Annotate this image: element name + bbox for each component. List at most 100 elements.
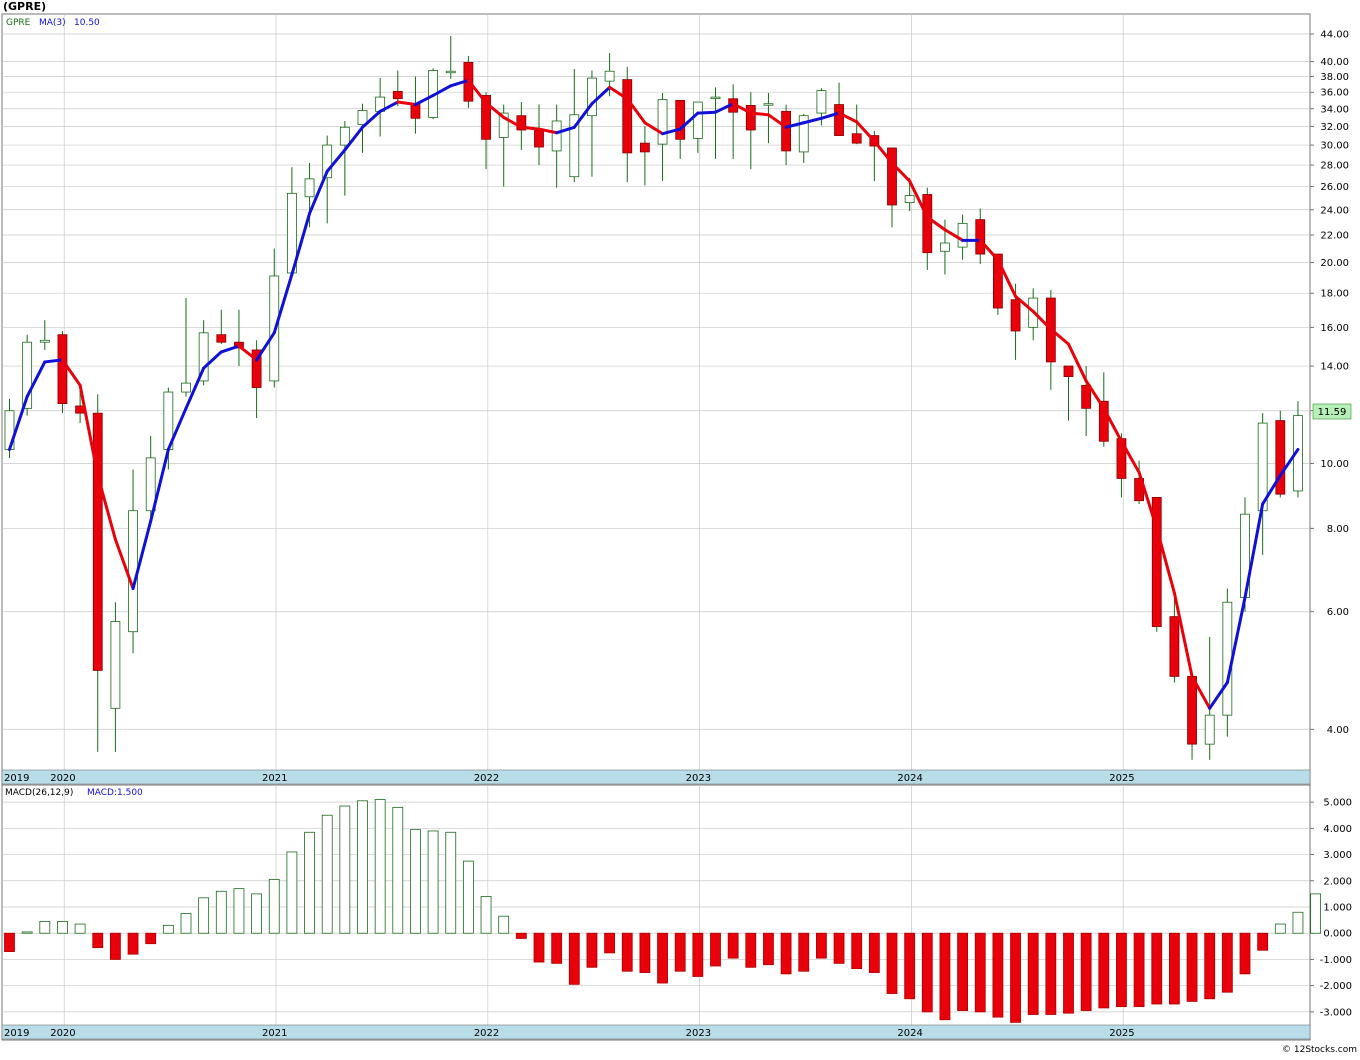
year-label: 2022 [474, 773, 499, 784]
ma-segment [43, 358, 64, 364]
macd-bar [1151, 932, 1163, 1005]
macd-bar [1257, 932, 1269, 951]
macd-bar [639, 932, 651, 973]
macd-bar [657, 932, 668, 984]
candle-body [816, 90, 827, 114]
macd-bar [21, 931, 33, 934]
price-tick-label: 10.00 [1320, 459, 1349, 470]
macd-bar [957, 932, 968, 1011]
price-tick-label: 22.00 [1320, 230, 1349, 241]
candle-body [1063, 365, 1074, 377]
macd-bar [286, 851, 298, 934]
macd-bar [480, 896, 492, 934]
price-tick-label: 36.00 [1320, 88, 1349, 99]
year-label: 2023 [686, 773, 711, 784]
price-tick-label: 20.00 [1320, 258, 1349, 269]
macd-bar [533, 932, 545, 963]
macd-bar [74, 923, 86, 934]
candle-body [551, 120, 562, 152]
macd-tick-label: 4.000 [1323, 824, 1352, 835]
price-tick-label: 6.00 [1327, 607, 1349, 618]
candle-body [675, 99, 686, 140]
candle-body [1204, 714, 1215, 745]
macd-tick-label: 0.000 [1323, 929, 1352, 940]
macd-bar [251, 893, 263, 934]
macd-bar [127, 932, 139, 955]
macd-bar [851, 932, 863, 970]
price-tick-label: 40.00 [1320, 57, 1349, 68]
ma-segment [749, 111, 770, 117]
candle-body [110, 621, 121, 709]
candle-body [957, 222, 968, 248]
macd-bar [1292, 911, 1304, 934]
macd-bar [992, 932, 1004, 1018]
macd-bar [939, 932, 951, 1021]
macd-bar [710, 932, 721, 967]
macd-bar [92, 932, 104, 949]
macd-bar [180, 913, 192, 934]
macd-bar [268, 879, 280, 934]
price-tick-label: 18.00 [1320, 289, 1349, 300]
macd-bar [1310, 893, 1321, 934]
legend-ma-value: 10.50 [74, 18, 100, 28]
chart-title: (GPRE) [3, 0, 46, 13]
candle-body [834, 104, 844, 136]
macd-bar [374, 799, 386, 934]
price-tick-label: 24.00 [1320, 205, 1349, 216]
macd-bar [798, 932, 810, 972]
chart-root: 44.00 40.00 38.00 36.00 34.00 32.00 30.00 28.00… [0, 0, 1360, 1056]
macd-bar [392, 806, 404, 934]
macd-bar [886, 932, 898, 994]
candle-body [604, 70, 615, 82]
macd-bar [145, 932, 157, 945]
candle-body [692, 101, 703, 139]
candle-body [304, 178, 315, 198]
macd-bar [745, 932, 757, 968]
candle-body [657, 99, 668, 145]
year-label: 2019 [4, 773, 29, 784]
macd-bar [498, 915, 510, 934]
macd-bar [780, 932, 792, 975]
candle-body [745, 104, 756, 131]
candle-body [640, 142, 650, 153]
macd-bar [1274, 923, 1286, 934]
price-tick-label: 16.00 [1320, 323, 1349, 334]
candle-body [534, 129, 544, 148]
candle-body [445, 70, 456, 74]
year-label: 2020 [50, 1028, 75, 1039]
price-tick-label: 28.00 [1320, 161, 1349, 172]
watermark: © 12Stocks.com [1282, 1045, 1357, 1055]
price-tick-label: 30.00 [1320, 141, 1349, 152]
price-tick-label: 14.00 [1320, 362, 1349, 373]
price-tick-label: 4.00 [1327, 725, 1349, 736]
macd-bar [1098, 932, 1110, 1009]
macd-tick-label: 5.000 [1323, 798, 1352, 809]
macd-bar [462, 860, 474, 934]
macd-tick-label: -2.000 [1320, 981, 1352, 992]
year-label: 2021 [262, 773, 287, 784]
macd-bar [110, 932, 121, 960]
macd-bar [1221, 932, 1233, 993]
price-tick-label: 38.00 [1320, 72, 1349, 83]
macd-bar [921, 932, 933, 1013]
macd-bar [357, 800, 368, 934]
macd-bar [4, 932, 15, 952]
candle-body [710, 96, 721, 99]
macd-tick-label: -3.000 [1320, 1007, 1352, 1018]
year-label: 2024 [897, 773, 922, 784]
macd-bar [604, 932, 615, 954]
macd-bar [321, 814, 333, 934]
candle-body [1010, 299, 1021, 332]
last-price-badge: 11.59 [1318, 407, 1347, 418]
macd-bar [1239, 932, 1251, 975]
legend-ma-label: MA(3) [39, 18, 66, 28]
candle-body [763, 103, 774, 106]
year-label: 2024 [897, 1028, 922, 1039]
year-label: 2025 [1109, 1028, 1134, 1039]
macd-bar [410, 829, 421, 934]
price-tick-label: 8.00 [1327, 524, 1349, 535]
macd-bar [1080, 932, 1092, 1011]
candle-body [57, 334, 68, 404]
macd-tick-label: -1.000 [1320, 955, 1352, 966]
macd-bar [674, 932, 686, 972]
